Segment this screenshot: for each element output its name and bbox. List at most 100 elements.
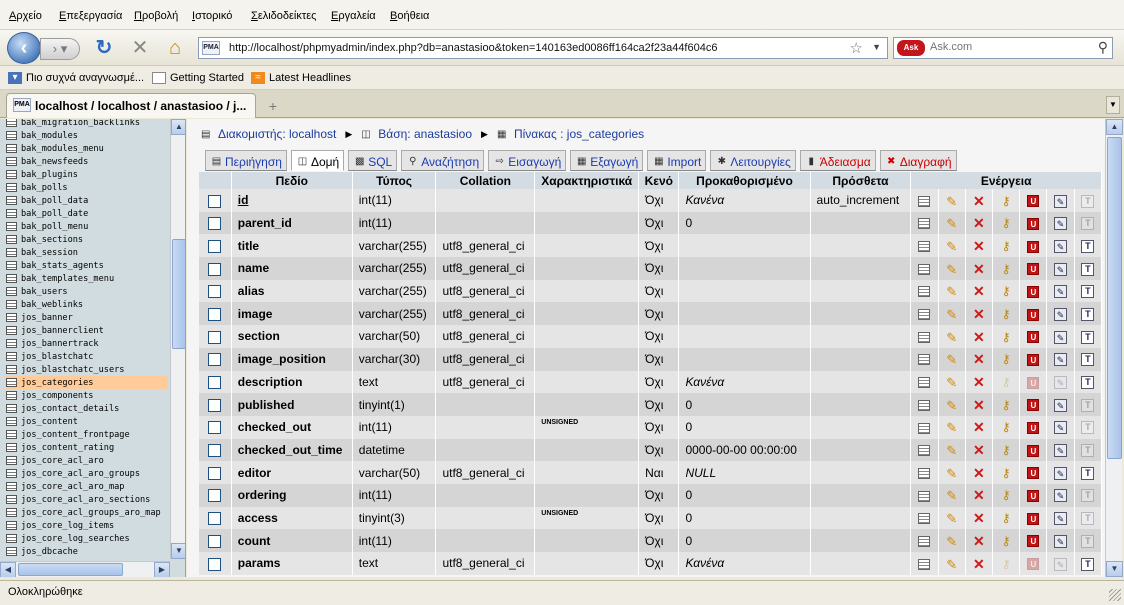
table-browse-icon[interactable] [6, 261, 17, 270]
index-icon[interactable]: ✎ [1054, 330, 1068, 344]
drop-icon[interactable]: ✕ [972, 375, 986, 389]
table-browse-icon[interactable] [6, 417, 17, 426]
sidebar-item-jos_core_log_items[interactable]: jos_core_log_items [6, 519, 168, 532]
drop-icon[interactable]: ✕ [972, 330, 986, 344]
menu-view[interactable]: Προβολή [134, 10, 178, 22]
edit-icon[interactable]: ✎ [945, 353, 959, 366]
drop-icon[interactable]: ✕ [972, 239, 986, 253]
scroll-up-icon[interactable]: ▲ [1106, 119, 1123, 135]
table-browse-icon[interactable] [6, 248, 17, 257]
url-dropdown-icon[interactable]: ▼ [872, 42, 881, 52]
browse-distinct-icon[interactable] [918, 467, 931, 479]
row-checkbox[interactable] [208, 489, 222, 503]
browse-distinct-icon[interactable] [918, 309, 931, 321]
primary-key-icon[interactable]: ⚷ [999, 330, 1013, 344]
index-icon[interactable]: ✎ [1054, 285, 1068, 299]
menu-help[interactable]: Βοήθεια [390, 10, 429, 22]
scroll-down-icon[interactable]: ▼ [1106, 561, 1123, 577]
row-checkbox[interactable] [208, 262, 222, 276]
index-icon[interactable]: ✎ [1054, 262, 1068, 276]
fulltext-icon[interactable]: T [1081, 307, 1095, 321]
index-icon[interactable]: ✎ [1054, 512, 1068, 526]
primary-key-icon[interactable]: ⚷ [999, 307, 1013, 321]
index-icon[interactable]: ✎ [1054, 534, 1068, 548]
sidebar-item-bak_plugins[interactable]: bak_plugins [6, 168, 168, 181]
address-bar[interactable]: PMA http://localhost/phpmyadmin/index.ph… [198, 37, 888, 59]
forward-button[interactable]: › ▾ [40, 38, 80, 60]
edit-icon[interactable]: ✎ [945, 240, 959, 253]
index-icon[interactable]: ✎ [1054, 217, 1068, 231]
table-browse-icon[interactable] [6, 326, 17, 335]
sidebar-item-bak_migration_backlinks[interactable]: bak_migration_backlinks [6, 119, 168, 129]
table-browse-icon[interactable] [6, 404, 17, 413]
tab-browse[interactable]: ▤ Περιήγηση [205, 150, 287, 171]
sidebar-item-bak_modules[interactable]: bak_modules [6, 129, 168, 142]
edit-icon[interactable]: ✎ [945, 308, 959, 321]
fulltext-icon[interactable]: T [1081, 466, 1095, 480]
primary-key-icon[interactable]: ⚷ [999, 217, 1013, 230]
unique-icon[interactable]: U [1027, 490, 1040, 503]
tab-list-icon[interactable]: ▼ [1106, 96, 1120, 114]
sidebar-item-bak_polls[interactable]: bak_polls [6, 181, 168, 194]
unique-icon[interactable]: U [1027, 444, 1040, 457]
back-button[interactable]: ‹ [7, 32, 41, 64]
scroll-right-icon[interactable]: ▶ [154, 562, 170, 577]
unique-icon[interactable]: U [1027, 285, 1040, 298]
fulltext-icon[interactable]: T [1081, 239, 1095, 253]
search-engine-icon[interactable]: Ask [897, 40, 925, 56]
bookmark-latest-headlines[interactable]: ≈ Latest Headlines [251, 72, 351, 84]
row-checkbox[interactable] [208, 239, 222, 253]
primary-key-icon[interactable]: ⚷ [999, 285, 1013, 298]
table-browse-icon[interactable] [6, 183, 17, 192]
table-browse-icon[interactable] [6, 352, 17, 361]
browse-distinct-icon[interactable] [918, 331, 931, 343]
tab-import[interactable]: ▦ Import [647, 150, 707, 171]
index-icon[interactable]: ✎ [1054, 239, 1068, 253]
sidebar-item-bak_session[interactable]: bak_session [6, 246, 168, 259]
new-tab-icon[interactable]: + [262, 96, 284, 116]
tab-operations[interactable]: ✱ Λειτουργίες [710, 150, 796, 171]
menu-bookmarks[interactable]: Σελιδοδείκτες [251, 10, 316, 22]
unique-icon[interactable]: U [1027, 399, 1040, 412]
edit-icon[interactable]: ✎ [945, 399, 959, 412]
sidebar-item-jos_core_log_searches[interactable]: jos_core_log_searches [6, 532, 168, 545]
primary-key-icon[interactable]: ⚷ [999, 421, 1013, 434]
index-icon[interactable]: ✎ [1054, 194, 1068, 208]
table-browse-icon[interactable] [6, 144, 17, 153]
fulltext-icon[interactable]: T [1081, 376, 1095, 389]
table-browse-icon[interactable] [6, 482, 17, 491]
primary-key-icon[interactable]: ⚷ [999, 398, 1013, 412]
table-browse-icon[interactable] [6, 235, 17, 244]
browse-distinct-icon[interactable] [918, 195, 931, 207]
drop-icon[interactable]: ✕ [972, 307, 986, 321]
browse-distinct-icon[interactable] [918, 263, 931, 275]
row-checkbox[interactable] [208, 194, 222, 208]
tab-insert[interactable]: ⇨ Εισαγωγή [488, 150, 567, 171]
table-browse-icon[interactable] [6, 274, 17, 283]
tab-export[interactable]: ▦ Εξαγωγή [570, 150, 644, 171]
browse-distinct-icon[interactable] [918, 218, 931, 230]
drop-icon[interactable]: ✕ [972, 557, 986, 571]
row-checkbox[interactable] [208, 466, 222, 480]
sidebar-item-bak_sections[interactable]: bak_sections [6, 233, 168, 246]
unique-icon[interactable]: U [1027, 422, 1040, 435]
drop-icon[interactable]: ✕ [972, 216, 986, 230]
scroll-down-icon[interactable]: ▼ [171, 543, 185, 559]
table-browse-icon[interactable] [6, 521, 17, 530]
table-browse-icon[interactable] [6, 378, 17, 387]
unique-icon[interactable]: U [1027, 308, 1040, 321]
primary-key-icon[interactable]: ⚷ [999, 262, 1013, 276]
search-input[interactable] [930, 41, 1080, 53]
tab-sql[interactable]: ▩ SQL [348, 150, 398, 171]
table-browse-icon[interactable] [6, 196, 17, 205]
index-icon[interactable]: ✎ [1054, 421, 1068, 435]
table-browse-icon[interactable] [6, 119, 17, 127]
browse-distinct-icon[interactable] [918, 445, 931, 457]
bookmark-most-visited[interactable]: ▾ Πιο συχνά αναγνωσμέ... [8, 72, 144, 84]
table-browse-icon[interactable] [6, 313, 17, 322]
fulltext-icon[interactable]: T [1081, 262, 1095, 276]
index-icon[interactable]: ✎ [1054, 489, 1068, 503]
url-text[interactable]: http://localhost/phpmyadmin/index.php?db… [229, 42, 717, 54]
breadcrumb-database[interactable]: Βάση: anastasioo [378, 127, 472, 141]
sidebar-vertical-scrollbar[interactable]: ▲ ▼ [170, 119, 185, 559]
